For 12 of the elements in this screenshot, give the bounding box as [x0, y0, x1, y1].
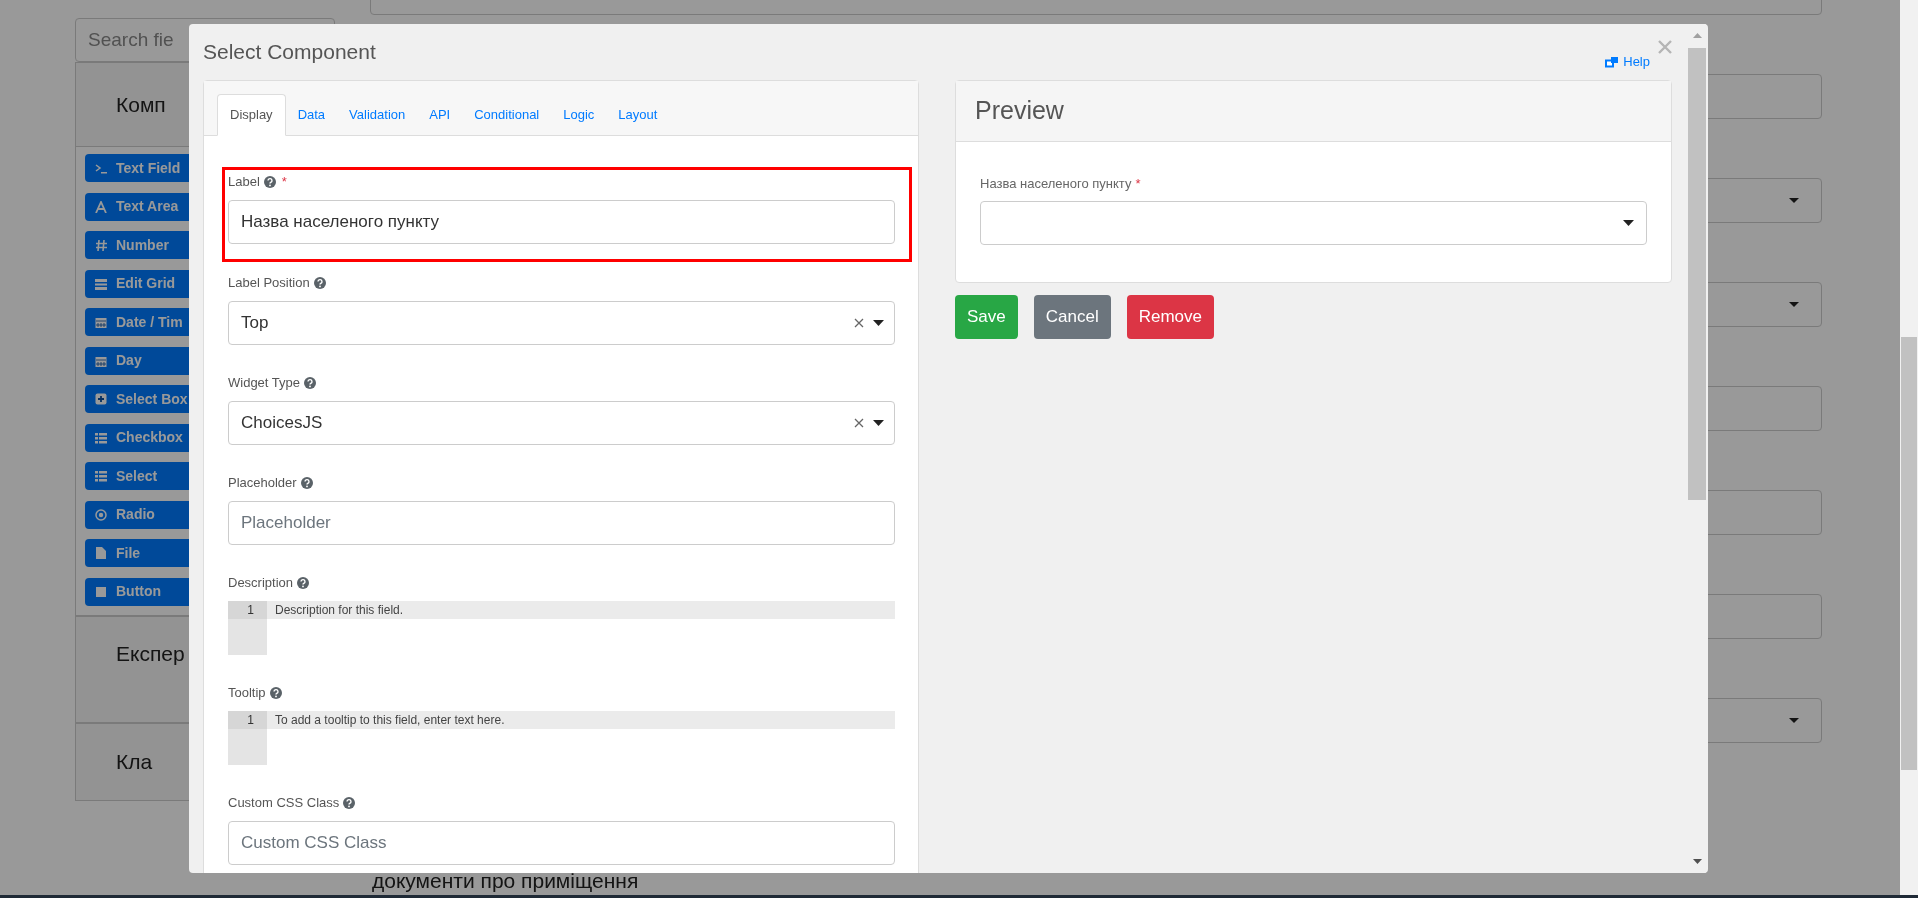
field-label: Tooltip [228, 684, 266, 703]
modal-title: Select Component [203, 39, 376, 65]
section-caption: документи про приміщення [372, 868, 640, 894]
line-number: 1 [228, 711, 267, 729]
required-mark: * [281, 173, 287, 192]
editor-placeholder: Description for this field. [267, 601, 895, 619]
field-label: Custom CSS Class [228, 794, 340, 813]
panel-title: Preview [975, 95, 1064, 127]
field-label: Назва населеного пункту [980, 175, 1132, 194]
required-mark: * [1135, 175, 1141, 194]
line-number: 1 [228, 601, 267, 619]
editor-placeholder: To add a tooltip to this field, enter text here. [267, 711, 895, 729]
